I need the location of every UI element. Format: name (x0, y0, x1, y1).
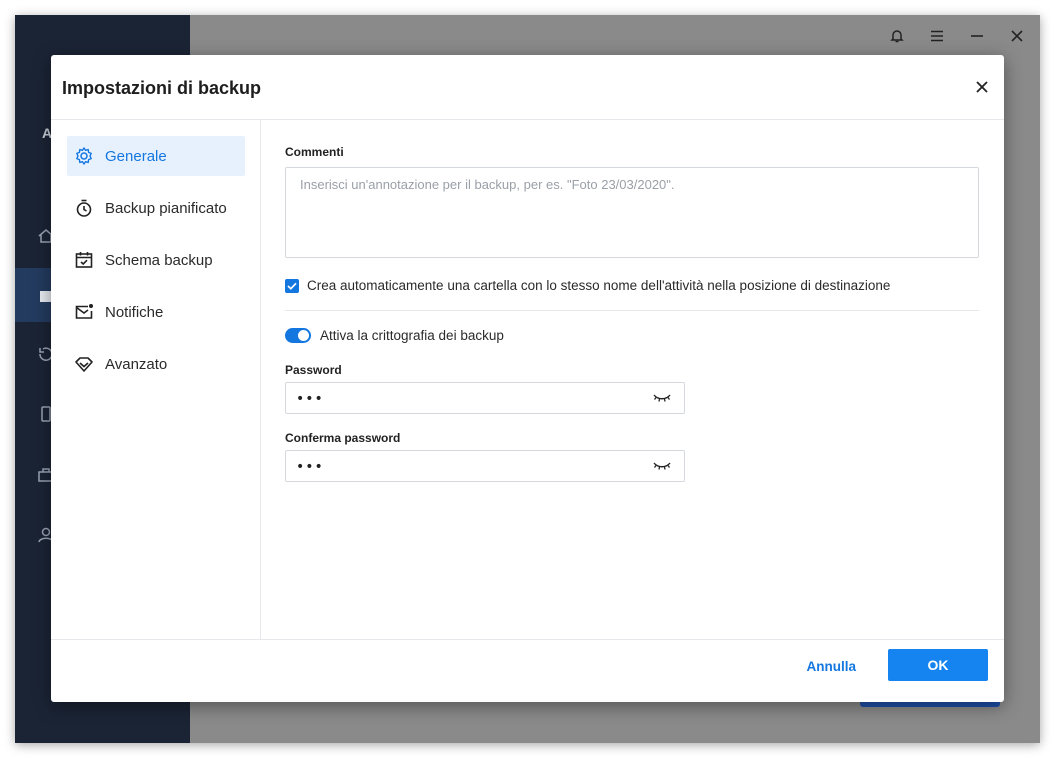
password-input[interactable] (294, 383, 638, 415)
diamond-icon (73, 353, 95, 375)
password-label: Password (285, 363, 342, 377)
nav-item-notifiche[interactable]: Notifiche (67, 292, 245, 332)
auto-folder-label: Crea automaticamente una cartella con lo… (307, 278, 891, 293)
bell-icon[interactable] (886, 25, 908, 47)
close-icon (976, 81, 988, 93)
settings-nav: Generale Backup pianificato Schema backu… (51, 120, 261, 640)
nav-item-label: Schema backup (105, 251, 213, 269)
nav-item-label: Notifiche (105, 303, 164, 321)
encryption-toggle[interactable] (285, 328, 311, 343)
dialog-footer: Annulla OK (51, 639, 1004, 702)
encryption-option: Attiva la crittografia dei backup (285, 328, 504, 343)
toggle-knob (298, 330, 309, 341)
confirm-password-label: Conferma password (285, 431, 401, 445)
nav-item-generale[interactable]: Generale (67, 136, 245, 176)
window-close-icon[interactable] (1006, 25, 1028, 47)
encryption-toggle-label: Attiva la crittografia dei backup (320, 328, 504, 343)
calendar-check-icon (73, 249, 95, 271)
gear-icon (73, 145, 95, 167)
password-field (285, 382, 685, 415)
comments-label: Commenti (285, 145, 344, 159)
nav-item-avanzato[interactable]: Avanzato (67, 344, 245, 384)
titlebar-controls (886, 25, 1028, 47)
eye-closed-icon[interactable] (652, 391, 672, 405)
stopwatch-icon (73, 197, 95, 219)
eye-closed-icon[interactable] (652, 459, 672, 473)
comments-textarea[interactable] (285, 167, 979, 258)
cancel-button[interactable]: Annulla (807, 659, 857, 674)
nav-item-schema-backup[interactable]: Schema backup (67, 240, 245, 280)
nav-item-label: Generale (105, 147, 167, 165)
dialog-title: Impostazioni di backup (62, 78, 262, 98)
dialog-close-button[interactable] (972, 77, 992, 97)
auto-folder-option: Crea automaticamente una cartella con lo… (285, 278, 890, 293)
auto-folder-checkbox[interactable] (285, 278, 299, 293)
section-divider (285, 310, 979, 311)
nav-item-backup-pianificato[interactable]: Backup pianificato (67, 188, 245, 228)
nav-item-label: Avanzato (105, 355, 168, 373)
minimize-icon[interactable] (966, 25, 988, 47)
nav-item-label: Backup pianificato (105, 199, 227, 217)
menu-icon[interactable] (926, 25, 948, 47)
checkmark-icon (287, 282, 297, 290)
mail-notification-icon (73, 301, 95, 323)
confirm-password-input[interactable] (294, 451, 638, 483)
backup-settings-dialog: Impostazioni di backup Generale Backup p… (51, 55, 1004, 702)
dialog-header: Impostazioni di backup (51, 55, 1004, 120)
ok-button[interactable]: OK (888, 649, 988, 681)
confirm-password-field (285, 450, 685, 483)
